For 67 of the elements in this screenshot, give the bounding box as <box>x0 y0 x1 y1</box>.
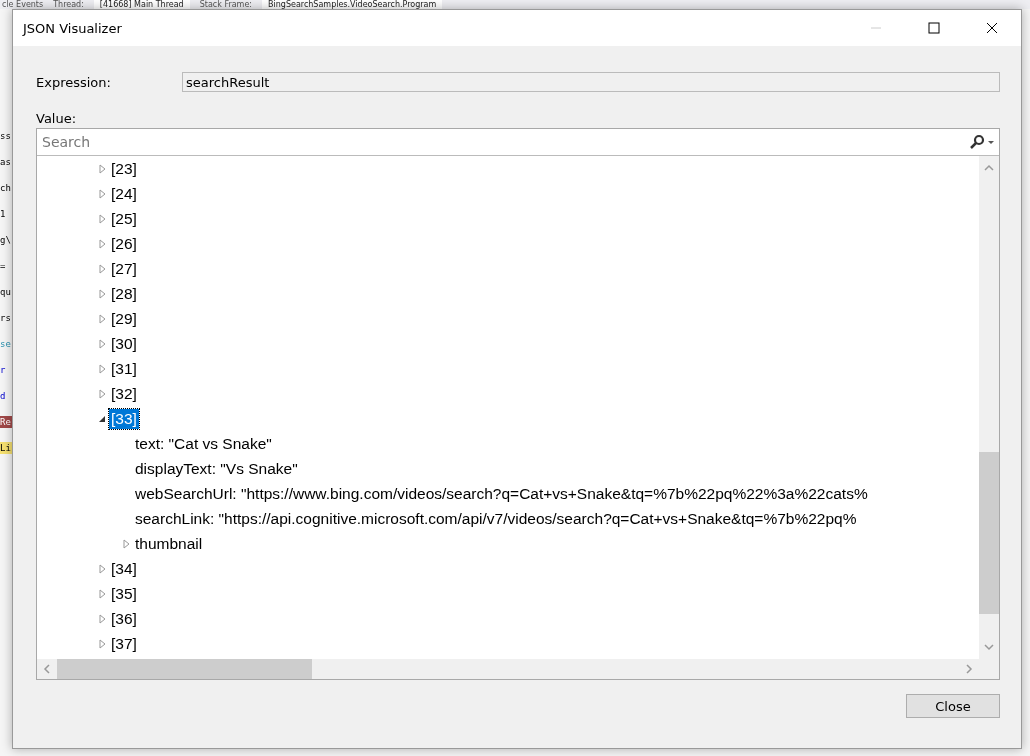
tree-item[interactable]: [33] <box>109 408 139 429</box>
code-fragment: qu <box>0 286 12 298</box>
horizontal-scrollbar[interactable] <box>37 659 999 679</box>
expression-label: Expression: <box>36 74 111 90</box>
value-label: Value: <box>36 111 77 126</box>
tree-item[interactable]: [35] <box>109 583 139 604</box>
expand-arrow-icon[interactable] <box>97 588 107 599</box>
tree-item[interactable]: [34] <box>109 558 139 579</box>
search-icon[interactable] <box>969 134 995 150</box>
tree-item[interactable]: [37] <box>109 633 139 654</box>
expand-arrow-icon[interactable] <box>97 188 107 199</box>
code-fragment: 1 <box>0 208 7 220</box>
tree-item[interactable]: [25] <box>109 208 139 229</box>
expand-arrow-icon[interactable] <box>97 388 107 399</box>
code-fragment: = <box>0 260 7 272</box>
expand-arrow-icon[interactable] <box>97 213 107 224</box>
code-fragment: r <box>0 364 7 376</box>
scroll-up-icon[interactable] <box>984 164 994 172</box>
tree-item[interactable]: [26] <box>109 233 139 254</box>
tree-item[interactable]: [30] <box>109 333 139 354</box>
close-button[interactable]: Close <box>906 694 1000 718</box>
expression-field[interactable]: searchResult <box>182 72 1000 92</box>
toolbar-label: cle Events <box>2 0 44 9</box>
toolbar-combo[interactable]: BingSearchSamples.VideoSearch.Program <box>262 0 443 9</box>
code-fragment: rs <box>0 312 12 324</box>
vertical-scrollbar[interactable] <box>979 156 999 659</box>
tree-item[interactable]: searchLink: "https://api.cognitive.microsoft.com/api/v7/videos/search?q=Cat+vs+Snake&tq=%7b%22pq% <box>133 508 859 529</box>
window-title: JSON Visualizer <box>23 20 123 36</box>
expand-arrow-icon[interactable] <box>97 263 107 274</box>
expand-arrow-icon[interactable] <box>97 363 107 374</box>
tree-item[interactable]: [28] <box>109 283 139 304</box>
tree-item[interactable]: [32] <box>109 383 139 404</box>
tree-item[interactable]: [27] <box>109 258 139 279</box>
code-fragment: ch <box>0 182 12 194</box>
tree-item[interactable]: [29] <box>109 308 139 329</box>
toolbar-label: Thread: <box>53 0 84 9</box>
expand-arrow-icon[interactable] <box>97 163 107 174</box>
tree-item[interactable]: [31] <box>109 358 139 379</box>
code-fragment: d <box>0 390 7 402</box>
expand-arrow-icon[interactable] <box>97 288 107 299</box>
code-fragment: se <box>0 338 12 350</box>
scroll-thumb[interactable] <box>979 452 999 614</box>
expand-arrow-icon[interactable] <box>121 538 131 549</box>
code-fragment: g\ <box>0 234 12 246</box>
code-fragment: Re <box>0 416 12 428</box>
code-fragment: Li <box>0 442 12 454</box>
scroll-down-icon[interactable] <box>984 643 994 651</box>
expand-arrow-icon[interactable] <box>97 313 107 324</box>
expand-arrow-icon[interactable] <box>97 638 107 649</box>
tree-item[interactable]: displayText: "Vs Snake" <box>133 458 300 479</box>
maximize-icon <box>928 22 940 34</box>
expand-arrow-icon[interactable] <box>97 238 107 249</box>
scroll-thumb[interactable] <box>57 659 312 679</box>
expand-arrow-icon[interactable] <box>97 338 107 349</box>
tree-item[interactable]: webSearchUrl: "https://www.bing.com/videos/search?q=Cat+vs+Snake&tq=%7b%22pq%22%3a%22cats% <box>133 483 870 504</box>
tree-item[interactable]: [24] <box>109 183 139 204</box>
tree-item[interactable]: text: "Cat vs Snake" <box>133 433 274 454</box>
tree-item[interactable]: [23] <box>109 158 139 179</box>
code-fragment: as <box>0 156 12 168</box>
toolbar-combo[interactable]: [41668] Main Thread <box>93 0 190 9</box>
tree-item[interactable]: [36] <box>109 608 139 629</box>
toolbar-label: Stack Frame: <box>199 0 252 9</box>
tree-item[interactable]: thumbnail <box>133 533 205 554</box>
code-fragment: ss <box>0 130 12 142</box>
expand-arrow-icon[interactable] <box>97 613 107 624</box>
expand-arrow-icon[interactable] <box>97 563 107 574</box>
close-icon <box>986 22 998 34</box>
